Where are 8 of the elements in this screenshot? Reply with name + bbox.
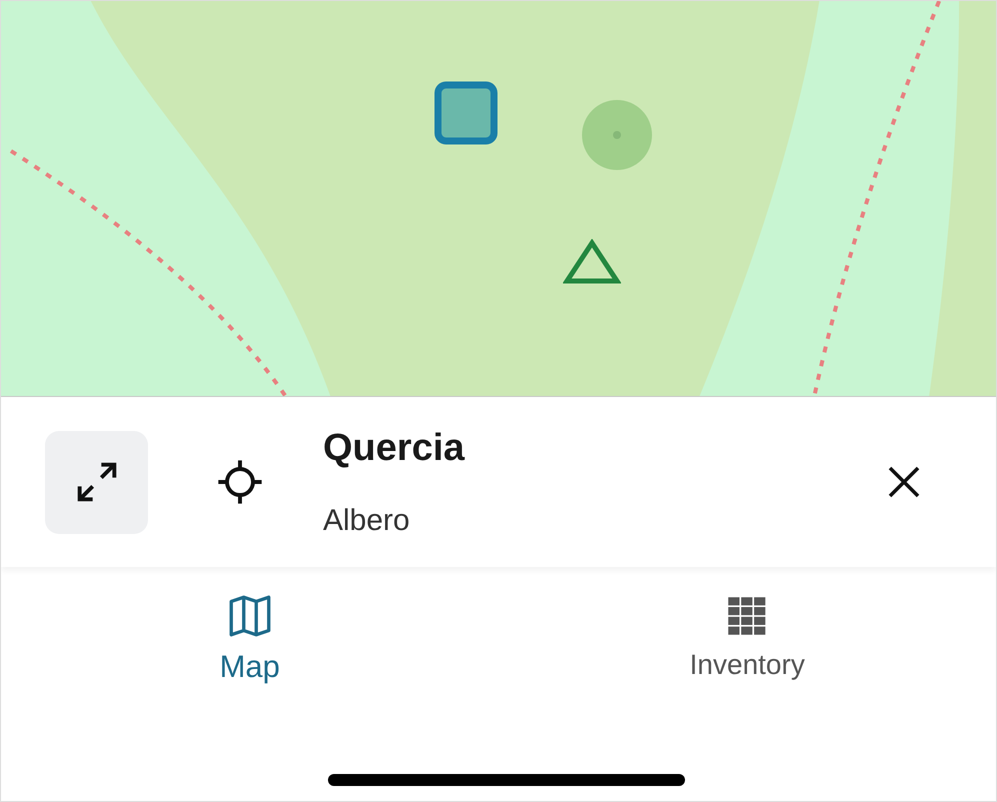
square-marker[interactable] [434,81,498,145]
expand-button[interactable] [45,430,148,534]
tab[interactable]: Map [1,591,498,685]
feature-subtitle: Albero [323,504,411,538]
dot-marker[interactable] [581,99,653,171]
triangle-marker[interactable] [563,239,621,285]
feature-title: Quercia [323,426,466,470]
tab[interactable]: Inventory [498,591,996,685]
